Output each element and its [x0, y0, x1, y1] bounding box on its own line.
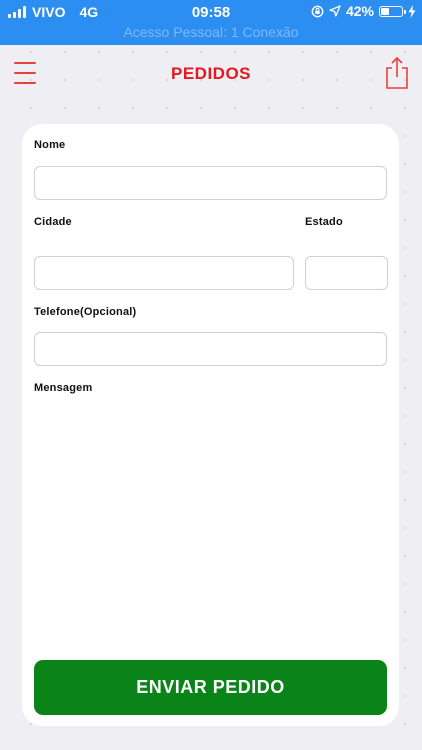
message-textarea[interactable]: [34, 402, 387, 648]
name-input[interactable]: [34, 166, 387, 200]
battery-icon: [379, 5, 406, 17]
submit-order-button[interactable]: ENVIAR PEDIDO: [34, 660, 387, 715]
city-input[interactable]: [34, 256, 294, 290]
phone-label: Telefone(Opcional): [34, 306, 137, 318]
connection-subtitle: Acesso Pessoal: 1 Conexão: [123, 24, 299, 40]
phone-input[interactable]: [34, 332, 387, 366]
charging-bolt-icon: [408, 4, 416, 18]
order-form: Nome Cidade Estado Telefone(Opcional) Me…: [22, 124, 399, 726]
location-arrow-icon: [329, 5, 341, 17]
battery-percent: 42%: [345, 3, 374, 19]
page-title: PEDIDOS: [170, 64, 252, 83]
orientation-lock-icon: [311, 5, 324, 17]
city-label: Cidade: [34, 216, 72, 228]
status-right: 42%: [311, 3, 416, 19]
state-label: Estado: [305, 216, 343, 228]
battery-level: [381, 7, 389, 15]
status-bar: VIVO 4G 09:58 42% Acesso Pessoal: 1 Cone…: [0, 0, 422, 45]
message-label: Mensagem: [34, 382, 93, 394]
share-icon[interactable]: [384, 56, 410, 90]
name-label: Nome: [34, 139, 66, 151]
state-input[interactable]: [305, 256, 388, 290]
